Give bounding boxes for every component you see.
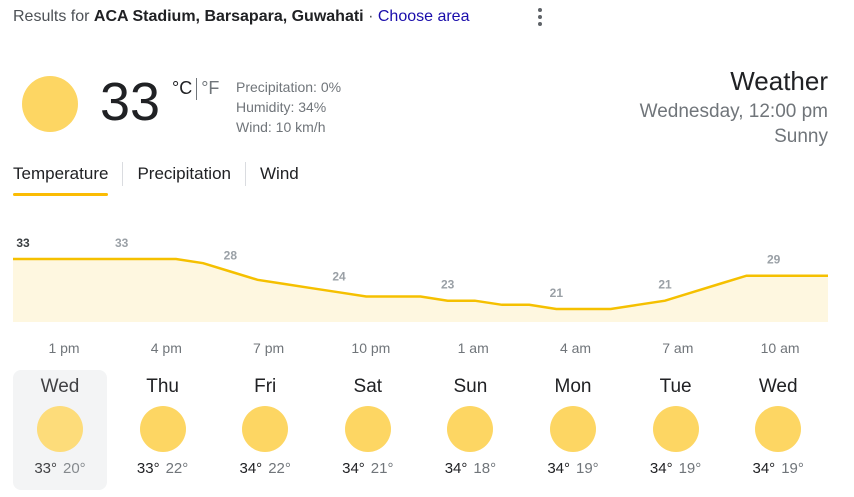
high-temp: 34° xyxy=(239,460,263,477)
day-temps: 34° 21° xyxy=(321,460,415,477)
day-name: Tue xyxy=(659,376,692,397)
temperature-data-label: 33 xyxy=(115,236,129,250)
hour-label: 4 pm xyxy=(150,340,182,356)
wind-text: Wind: 10 km/h xyxy=(236,119,326,135)
low-temp: 21° xyxy=(370,460,394,477)
temperature-data-label: 21 xyxy=(658,278,672,292)
day-name: Thu xyxy=(146,376,179,397)
sun-icon xyxy=(139,406,186,452)
humidity-text: Humidity: 34% xyxy=(236,99,327,115)
day-name: Sat xyxy=(353,376,383,397)
chart-tabs: Temperature Precipitation Wind xyxy=(13,162,299,196)
day-name: Wed xyxy=(40,376,80,397)
current-temperature: 33 xyxy=(100,72,161,132)
day-temps: 34° 19° xyxy=(629,460,723,477)
forecast-day[interactable]: Tue 34° 19° xyxy=(629,370,723,490)
unit-toggle: °C °F xyxy=(172,78,219,100)
celsius-button[interactable]: °C xyxy=(172,78,192,99)
high-temp: 34° xyxy=(342,460,365,477)
sun-icon xyxy=(22,76,78,132)
hour-label: 4 am xyxy=(559,340,592,356)
results-prefix: Results for xyxy=(13,8,90,25)
temperature-data-label: 28 xyxy=(224,249,238,263)
sun-icon xyxy=(652,406,699,452)
temperature-data-label: 23 xyxy=(441,278,455,292)
temperature-data-label: 21 xyxy=(550,286,564,300)
low-temp: 20° xyxy=(63,460,86,477)
day-temps: 33° 22° xyxy=(116,460,210,477)
high-temp: 34° xyxy=(752,460,776,477)
temperature-area xyxy=(13,259,828,322)
unit-divider xyxy=(196,78,198,100)
high-temp: 34° xyxy=(649,460,673,477)
location-name: ACA Stadium, Barsapara, Guwahati xyxy=(93,8,364,25)
daily-forecast: Wed 33° 20° Thu 33° 22° Fri 34° 22° Sat 34° 21° Sun 3… xyxy=(13,370,841,490)
hour-label: 7 pm xyxy=(253,340,285,356)
forecast-day[interactable]: Fri 34° 22° xyxy=(218,370,312,490)
forecast-day[interactable]: Mon 34° 19° xyxy=(526,370,620,490)
hour-label: 1 pm xyxy=(48,340,80,356)
weather-title: Weather xyxy=(730,66,828,96)
day-name: Sun xyxy=(453,376,488,397)
hour-label: 10 am xyxy=(760,340,800,356)
tab-precipitation[interactable]: Precipitation xyxy=(137,164,231,184)
tab-divider xyxy=(122,162,124,186)
temperature-chart[interactable]: 33 33 28 24 23 21 21 29 xyxy=(0,222,854,334)
temperature-data-label: 33 xyxy=(16,236,30,250)
results-header: Results for ACA Stadium, Barsapara, Guwa… xyxy=(13,8,469,26)
high-temp: 34° xyxy=(444,460,468,477)
day-temps: 34° 22° xyxy=(218,460,312,477)
more-vert-icon[interactable] xyxy=(530,6,550,28)
separator-dot: · xyxy=(368,8,374,25)
sun-icon xyxy=(550,406,596,452)
forecast-day[interactable]: Wed 34° 19° xyxy=(731,370,825,490)
low-temp: 19° xyxy=(781,460,804,477)
weather-datetime: Wednesday, 12:00 pm xyxy=(639,101,828,122)
forecast-day[interactable]: Sun 34° 18° xyxy=(423,370,517,490)
day-temps: 34° 19° xyxy=(731,460,825,477)
precipitation-text: Precipitation: 0% xyxy=(236,79,342,95)
high-temp: 33° xyxy=(34,460,57,477)
tab-wind[interactable]: Wind xyxy=(260,164,299,184)
weather-details: Precipitation: 0% Humidity: 34% Wind: 10… xyxy=(236,77,341,137)
high-temp: 33° xyxy=(136,460,160,477)
day-temps: 33° 20° xyxy=(13,460,107,477)
forecast-day[interactable]: Wed 33° 20° xyxy=(13,370,107,490)
day-temps: 34° 19° xyxy=(526,460,620,477)
low-temp: 19° xyxy=(576,460,599,477)
sun-icon xyxy=(37,406,83,452)
fahrenheit-button[interactable]: °F xyxy=(201,78,219,99)
sun-icon xyxy=(344,406,391,452)
low-temp: 18° xyxy=(473,460,497,477)
temperature-data-label: 24 xyxy=(332,269,346,283)
choose-area-link[interactable]: Choose area xyxy=(378,8,470,25)
hour-label: 10 pm xyxy=(351,340,391,356)
hour-axis: 1 pm 4 pm 7 pm 10 pm 1 am 4 am 7 am 10 am xyxy=(0,340,854,358)
sun-icon xyxy=(755,406,802,452)
low-temp: 22° xyxy=(165,460,189,477)
hour-label: 7 am xyxy=(662,340,694,356)
forecast-day[interactable]: Sat 34° 21° xyxy=(321,370,415,490)
low-temp: 19° xyxy=(678,460,702,477)
hour-label: 1 am xyxy=(457,340,489,356)
sun-icon xyxy=(447,406,494,452)
day-name: Wed xyxy=(758,376,798,397)
high-temp: 34° xyxy=(547,460,570,477)
low-temp: 22° xyxy=(268,460,291,477)
tab-temperature[interactable]: Temperature xyxy=(13,164,109,196)
sun-icon xyxy=(242,406,289,452)
tab-divider xyxy=(245,162,246,186)
forecast-day[interactable]: Thu 33° 22° xyxy=(116,370,210,490)
day-name: Mon xyxy=(554,376,592,397)
weather-condition: Sunny xyxy=(774,126,828,147)
temperature-data-label: 29 xyxy=(767,253,781,267)
day-name: Fri xyxy=(254,376,277,397)
day-temps: 34° 18° xyxy=(423,460,517,477)
